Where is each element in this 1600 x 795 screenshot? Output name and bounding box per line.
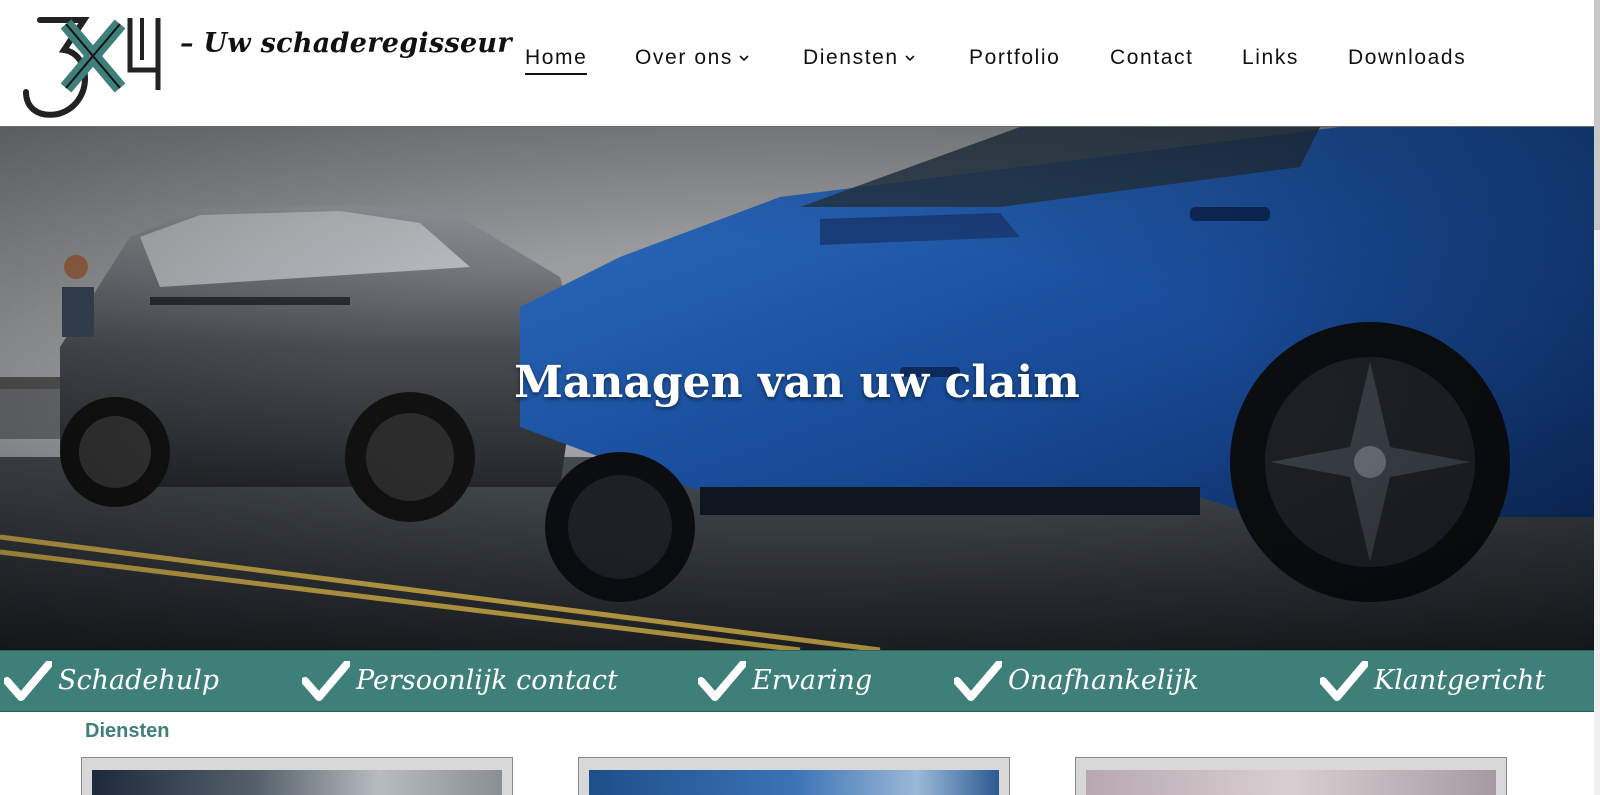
nav-label-links: Links xyxy=(1242,46,1300,69)
usp-label: Ervaring xyxy=(752,665,873,696)
service-card-image xyxy=(589,770,999,795)
service-card[interactable] xyxy=(578,757,1010,795)
nav-item-portfolio[interactable]: Portfolio xyxy=(969,46,1060,70)
checkmark-icon xyxy=(954,661,1002,701)
hero-banner: Managen van uw claim xyxy=(0,127,1594,650)
usp-label: Onafhankelijk xyxy=(1008,665,1199,696)
nav-label-contact: Contact xyxy=(1110,46,1194,69)
section-title-diensten: Diensten xyxy=(85,720,170,742)
hero-title: Managen van uw claim xyxy=(514,357,1080,408)
nav-item-diensten[interactable]: Diensten xyxy=(803,46,915,70)
checkmark-icon xyxy=(302,661,350,701)
nav-item-over-ons[interactable]: Over ons xyxy=(635,46,749,70)
usp-label: Klantgericht xyxy=(1374,665,1546,696)
site-tagline: – Uw schaderegisseur xyxy=(180,28,512,59)
checkmark-icon xyxy=(4,661,52,701)
nav-label-diensten: Diensten xyxy=(803,46,899,69)
nav-item-home[interactable]: Home xyxy=(525,46,588,75)
usp-label: Persoonlijk contact xyxy=(356,665,618,696)
nav-label-home: Home xyxy=(525,46,588,69)
usp-strip: Schadehulp Persoonlijk contact Ervaring … xyxy=(0,650,1594,712)
usp-label: Schadehulp xyxy=(58,665,220,696)
scrollbar-thumb[interactable] xyxy=(1594,0,1600,230)
service-card[interactable] xyxy=(1075,757,1507,795)
service-card-image xyxy=(92,770,502,795)
nav-item-contact[interactable]: Contact xyxy=(1110,46,1194,70)
logo[interactable] xyxy=(22,14,172,120)
page: – Uw schaderegisseur Home Over ons Diens… xyxy=(0,0,1594,795)
nav-item-links[interactable]: Links xyxy=(1242,46,1299,70)
site-header: – Uw schaderegisseur Home Over ons Diens… xyxy=(0,0,1594,127)
page-scrollbar[interactable] xyxy=(1594,0,1600,795)
nav-label-portfolio: Portfolio xyxy=(969,46,1061,69)
service-card-image xyxy=(1086,770,1496,795)
checkmark-icon xyxy=(698,661,746,701)
nav-item-downloads[interactable]: Downloads xyxy=(1348,46,1466,70)
chevron-down-icon xyxy=(739,55,749,62)
service-card[interactable] xyxy=(81,757,513,795)
nav-label-downloads: Downloads xyxy=(1348,46,1467,69)
nav-label-over-ons: Over ons xyxy=(635,46,733,69)
logo-mark-icon xyxy=(23,17,161,118)
chevron-down-icon xyxy=(905,55,915,62)
checkmark-icon xyxy=(1320,661,1368,701)
